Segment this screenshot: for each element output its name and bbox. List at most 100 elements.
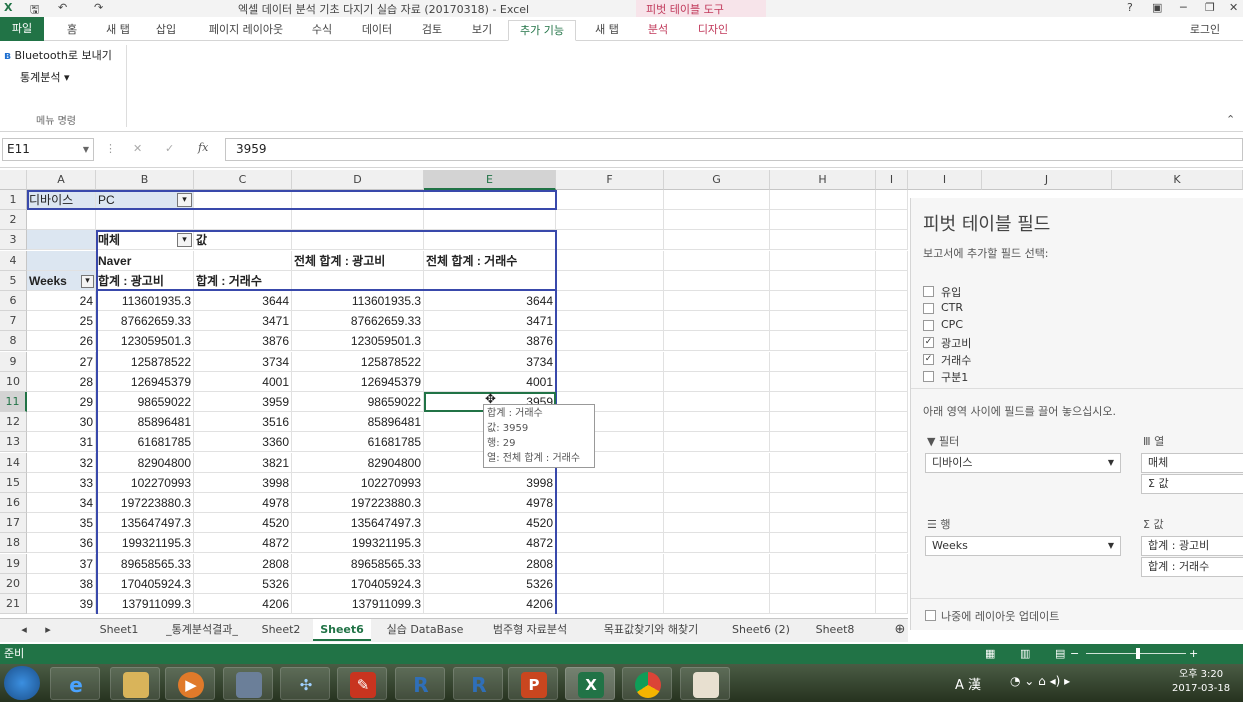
cell[interactable] bbox=[96, 210, 194, 231]
normal-view-icon[interactable]: ▦ bbox=[985, 644, 995, 664]
cell[interactable] bbox=[27, 230, 96, 251]
sheet-tab[interactable]: _통계분석결과_ bbox=[155, 619, 249, 641]
cell[interactable] bbox=[770, 573, 876, 594]
cell[interactable] bbox=[770, 493, 876, 513]
cell[interactable] bbox=[876, 351, 908, 372]
login-link[interactable]: 로그인 bbox=[1180, 20, 1230, 41]
pivot-week-cell[interactable]: 24 bbox=[27, 291, 96, 311]
cell[interactable] bbox=[556, 513, 664, 534]
pivot-week-cell[interactable]: 34 bbox=[27, 493, 96, 513]
sheet-tab[interactable]: Sheet6 (2) bbox=[722, 619, 800, 641]
cell[interactable] bbox=[770, 270, 876, 291]
cell[interactable] bbox=[770, 371, 876, 392]
page-break-view-icon[interactable]: ▤ bbox=[1055, 644, 1065, 664]
cell[interactable] bbox=[770, 412, 876, 433]
cell[interactable] bbox=[876, 573, 908, 594]
row-header[interactable]: 21 bbox=[0, 594, 27, 614]
cell[interactable] bbox=[770, 594, 876, 614]
sheet-tab[interactable]: 범주형 자료분석 bbox=[480, 619, 580, 641]
cell[interactable] bbox=[770, 230, 876, 251]
row-header[interactable]: 6 bbox=[0, 291, 27, 311]
name-box[interactable]: E11 ▼ bbox=[2, 138, 94, 161]
cell[interactable] bbox=[876, 452, 908, 473]
restore-icon[interactable]: ❐ bbox=[1205, 1, 1215, 14]
help-icon[interactable]: ? bbox=[1127, 1, 1133, 14]
cell[interactable] bbox=[556, 594, 664, 614]
start-button-icon[interactable] bbox=[4, 666, 40, 700]
row-header[interactable]: 20 bbox=[0, 573, 27, 594]
tab-design[interactable]: 디자인 bbox=[688, 20, 738, 41]
pivot-field-item[interactable]: CPC bbox=[923, 318, 1123, 334]
tab-addins[interactable]: 추가 기능 bbox=[508, 20, 576, 41]
row-header[interactable]: 3 bbox=[0, 230, 27, 251]
cell[interactable] bbox=[876, 291, 908, 311]
pivot-week-cell[interactable]: 25 bbox=[27, 311, 96, 332]
tab-analyze[interactable]: 분석 bbox=[638, 20, 678, 41]
cell[interactable] bbox=[556, 472, 664, 493]
tab-new-1[interactable]: 새 탭 bbox=[96, 20, 140, 41]
row-header[interactable]: 13 bbox=[0, 432, 27, 453]
row-header[interactable]: 1 bbox=[0, 190, 27, 210]
row-header[interactable]: 9 bbox=[0, 351, 27, 372]
weeks-dropdown-icon[interactable]: ▾ bbox=[81, 274, 94, 288]
cell[interactable] bbox=[556, 230, 664, 251]
cell[interactable] bbox=[664, 573, 770, 594]
row-header[interactable]: 17 bbox=[0, 513, 27, 534]
cell[interactable] bbox=[770, 533, 876, 554]
row-header[interactable]: 7 bbox=[0, 311, 27, 332]
scroll-right-icon[interactable]: ▸ bbox=[42, 619, 54, 641]
cell[interactable] bbox=[770, 513, 876, 534]
column-header[interactable]: D bbox=[292, 170, 424, 190]
zoom-slider-thumb[interactable] bbox=[1136, 648, 1140, 659]
row-header[interactable]: 15 bbox=[0, 472, 27, 493]
cell[interactable] bbox=[664, 270, 770, 291]
column-header[interactable]: G bbox=[664, 170, 770, 190]
cell[interactable] bbox=[770, 392, 876, 412]
pivot-week-cell[interactable]: 31 bbox=[27, 432, 96, 453]
zoom-out-icon[interactable]: − bbox=[1070, 644, 1079, 664]
chevron-down-icon[interactable]: ▼ bbox=[1108, 454, 1114, 472]
tab-file[interactable]: 파일 bbox=[0, 17, 44, 41]
cell[interactable] bbox=[770, 291, 876, 311]
column-header[interactable]: I bbox=[908, 170, 982, 190]
row-header[interactable]: 12 bbox=[0, 412, 27, 433]
tray-icons[interactable]: ◔ ⌄ ⌂ ◂) ▸ bbox=[1010, 674, 1070, 688]
row-header[interactable]: 4 bbox=[0, 250, 27, 271]
cell[interactable] bbox=[556, 190, 664, 210]
scroll-left-icon[interactable]: ◂ bbox=[18, 619, 30, 641]
row-header[interactable]: 14 bbox=[0, 452, 27, 473]
pivot-field-item[interactable]: CTR bbox=[923, 301, 1123, 317]
pivot-week-cell[interactable]: 37 bbox=[27, 553, 96, 574]
row-header[interactable]: 8 bbox=[0, 331, 27, 352]
taskbar-r2[interactable]: R bbox=[453, 667, 503, 700]
value-item-tx-sum[interactable]: 합계 : 거래수 bbox=[1141, 557, 1243, 577]
row-header[interactable]: 16 bbox=[0, 493, 27, 513]
cell[interactable] bbox=[664, 331, 770, 352]
cell[interactable] bbox=[876, 513, 908, 534]
cell[interactable] bbox=[424, 210, 556, 231]
tab-page-layout[interactable]: 페이지 레이아웃 bbox=[196, 20, 296, 41]
pivot-week-cell[interactable]: 28 bbox=[27, 371, 96, 392]
taskbar-app5[interactable]: ✣ bbox=[280, 667, 330, 700]
row-header[interactable]: 11 bbox=[0, 392, 27, 412]
cell[interactable] bbox=[770, 432, 876, 453]
undo-icon[interactable]: ↶ bbox=[58, 1, 67, 14]
cell[interactable] bbox=[664, 250, 770, 271]
cell[interactable] bbox=[664, 190, 770, 210]
cell[interactable] bbox=[664, 533, 770, 554]
tab-home[interactable]: 홈 bbox=[54, 20, 90, 41]
cell[interactable] bbox=[27, 250, 96, 271]
cell[interactable] bbox=[770, 472, 876, 493]
field-checkbox[interactable] bbox=[923, 371, 934, 382]
pivot-field-item[interactable]: 구분1 bbox=[923, 369, 1123, 385]
tab-review[interactable]: 검토 bbox=[410, 20, 454, 41]
collapse-ribbon-icon[interactable]: ⌃ bbox=[1226, 113, 1235, 126]
pivot-week-cell[interactable]: 26 bbox=[27, 331, 96, 352]
add-sheet-icon[interactable]: ⊕ bbox=[892, 619, 908, 641]
cell[interactable] bbox=[664, 493, 770, 513]
field-checkbox[interactable] bbox=[923, 303, 934, 314]
cell[interactable] bbox=[556, 493, 664, 513]
column-header[interactable]: K bbox=[1112, 170, 1243, 190]
column-header[interactable]: H bbox=[770, 170, 876, 190]
pivot-week-cell[interactable]: 29 bbox=[27, 392, 96, 412]
